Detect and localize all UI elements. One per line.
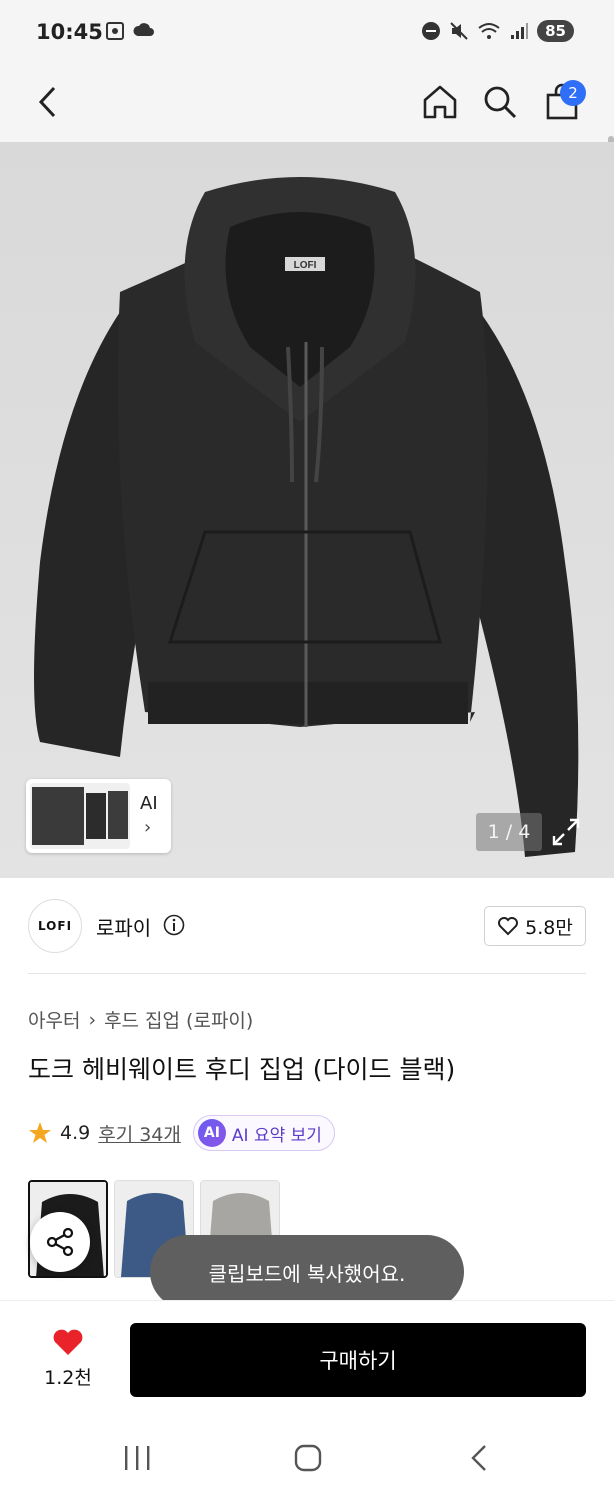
hoodie-image: LOFI (34, 177, 579, 857)
home-icon (423, 85, 457, 119)
reviews-link[interactable]: 후기 34개 (98, 1120, 181, 1147)
info-icon (163, 914, 185, 936)
expand-button[interactable] (548, 814, 584, 850)
recent-apps-button[interactable] (107, 1434, 167, 1482)
breadcrumb-subcategory[interactable]: 후드 집업 (로파이) (104, 1006, 253, 1033)
divider (28, 973, 586, 974)
home-circle-icon (294, 1444, 322, 1472)
home-nav-button[interactable] (278, 1434, 338, 1482)
brand-info-button[interactable] (163, 914, 185, 940)
ai-summary-button[interactable]: AI AI 요약 보기 (192, 1115, 335, 1151)
share-icon (46, 1227, 74, 1257)
cart-badge: 2 (560, 80, 586, 106)
ai-similar-products-button[interactable]: AI › (26, 779, 171, 853)
search-icon (484, 86, 517, 119)
screenshot-icon (106, 22, 124, 40)
search-button[interactable] (472, 74, 528, 130)
status-right: 85 (421, 20, 574, 42)
star-icon (29, 1122, 51, 1143)
heart-filled-icon (53, 1329, 83, 1355)
dnd-icon (422, 22, 441, 40)
system-nav-bar (0, 1412, 614, 1500)
product-image-gallery[interactable]: LOFI AI › 1 / 4 (0, 142, 614, 878)
toast-message: 클립보드에 복사했어요. (150, 1235, 464, 1309)
chevron-left-icon (38, 86, 56, 118)
brand-like-button[interactable]: 5.8만 (484, 906, 586, 946)
rating-row: 4.9 후기 34개 AI AI 요약 보기 (28, 1115, 335, 1151)
status-bar: 10:45 85 (0, 0, 614, 66)
chevron-right-icon: › (144, 817, 152, 838)
cart-button[interactable]: 2 (534, 74, 590, 130)
image-counter: 1 / 4 (476, 813, 542, 851)
wishlist-button[interactable]: 1.2천 (28, 1327, 108, 1390)
signal-icon (511, 23, 529, 39)
svg-text:LOFI: LOFI (294, 260, 317, 271)
status-time: 10:45 (36, 20, 103, 44)
battery-indicator: 85 (537, 20, 574, 42)
back-nav-button[interactable] (450, 1434, 510, 1482)
ai-summary-label: AI 요약 보기 (231, 1125, 322, 1146)
app-header: 2 (0, 66, 614, 208)
heart-outline-icon (498, 917, 519, 936)
status-left-icons (104, 20, 156, 42)
home-button[interactable] (412, 74, 468, 130)
breadcrumb-category[interactable]: 아우터 (28, 1006, 80, 1033)
mute-icon (450, 22, 468, 40)
brand-like-count: 5.8만 (525, 916, 573, 939)
ai-badge-icon: AI (197, 1119, 226, 1147)
breadcrumb: 아우터 › 후드 집업 (로파이) (28, 1006, 253, 1033)
brand-logo[interactable]: LOFI (28, 899, 82, 953)
back-nav-icon (471, 1445, 486, 1471)
rating-score: 4.9 (60, 1122, 91, 1144)
expand-icon (552, 818, 580, 846)
back-button[interactable] (20, 74, 76, 130)
wishlist-count: 1.2천 (44, 1367, 92, 1389)
bottom-action-bar: 1.2천 구매하기 (0, 1300, 614, 1412)
brand-row: LOFI 로파이 5.8만 (0, 878, 614, 974)
ai-thumbnail (30, 783, 130, 849)
cloud-icon (133, 23, 154, 36)
buy-button[interactable]: 구매하기 (130, 1323, 586, 1397)
recent-apps-icon (125, 1446, 150, 1470)
product-title: 도크 헤비웨이트 후디 집업 (다이드 블랙) (28, 1055, 456, 1084)
breadcrumb-separator: › (88, 1008, 97, 1031)
wifi-icon (478, 23, 500, 39)
brand-name[interactable]: 로파이 (96, 912, 151, 941)
ai-label: AI (140, 793, 158, 814)
share-button[interactable] (30, 1212, 90, 1272)
